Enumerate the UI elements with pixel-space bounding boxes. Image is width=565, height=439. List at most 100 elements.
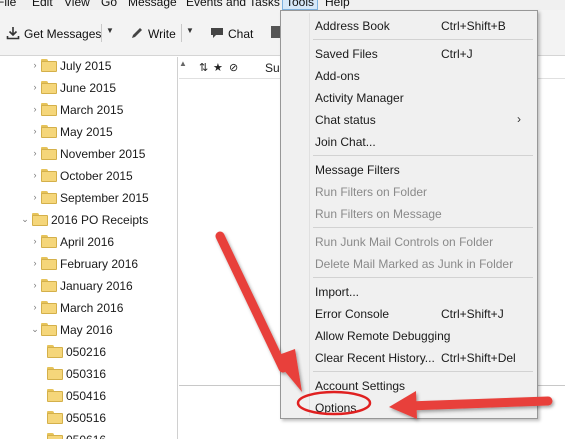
chevron-right-icon[interactable]: › xyxy=(30,126,40,136)
menu-item-run-filters-on-folder[interactable]: Run Filters on Folder xyxy=(283,181,535,203)
menu-help[interactable]: Help xyxy=(325,0,350,9)
menu-tools[interactable]: Tools xyxy=(282,0,319,10)
tools-menu: Address Book Ctrl+Shift+B Saved Files Ctrl+… xyxy=(280,10,538,419)
folder-tree-item[interactable]: › February 2016 xyxy=(0,253,177,275)
menu-item-shortcut: Ctrl+J xyxy=(441,47,473,61)
folder-tree-item[interactable]: › September 2015 xyxy=(0,187,177,209)
scroll-up-icon[interactable]: ▲ xyxy=(179,59,187,68)
folder-label: January 2016 xyxy=(60,279,133,293)
chat-bubble-icon xyxy=(210,26,224,43)
menu-item-message-filters[interactable]: Message Filters xyxy=(283,159,535,181)
menu-file[interactable]: File xyxy=(0,0,16,9)
menu-item-clear-recent-history[interactable]: Clear Recent History... Ctrl+Shift+Del xyxy=(283,347,535,369)
menu-item-delete-mail-marked-as-junk-in-folder[interactable]: Delete Mail Marked as Junk in Folder xyxy=(283,253,535,275)
star-icon[interactable]: ★ xyxy=(213,61,223,74)
folder-label: June 2015 xyxy=(60,81,117,95)
menu-item-label: Add-ons xyxy=(315,69,360,83)
folder-tree-item[interactable]: › May 2015 xyxy=(0,121,177,143)
folder-icon xyxy=(41,301,57,314)
folder-icon xyxy=(41,279,57,292)
menu-item-label: Run Junk Mail Controls on Folder xyxy=(315,235,494,249)
folder-tree-item[interactable]: › April 2016 xyxy=(0,231,177,253)
write-dropdown-icon[interactable]: ▼ xyxy=(186,26,194,35)
get-messages-dropdown-icon[interactable]: ▼ xyxy=(106,26,114,35)
menu-item-chat-status[interactable]: Chat status › xyxy=(283,109,535,131)
submenu-arrow-icon: › xyxy=(517,112,521,126)
menu-item-shortcut: Ctrl+Shift+J xyxy=(441,307,504,321)
folder-tree-item[interactable]: ⌄ 2016 PO Receipts xyxy=(0,209,177,231)
menu-item-label: Saved Files xyxy=(315,47,378,61)
folder-label: 050316 xyxy=(66,367,107,381)
folder-icon xyxy=(41,169,57,182)
chevron-right-icon[interactable]: › xyxy=(30,170,40,180)
menu-item-error-console[interactable]: Error Console Ctrl+Shift+J xyxy=(283,303,535,325)
menu-separator xyxy=(313,371,533,372)
menu-item-shortcut: Ctrl+Shift+Del xyxy=(441,351,516,365)
folder-tree-item[interactable]: › June 2015 xyxy=(0,77,177,99)
folder-tree-item[interactable]: › October 2015 xyxy=(0,165,177,187)
folder-tree-item[interactable]: 050316 xyxy=(0,363,177,385)
write-button[interactable]: Write xyxy=(130,24,176,44)
menu-item-join-chat[interactable]: Join Chat... xyxy=(283,131,535,153)
chevron-right-icon[interactable]: › xyxy=(30,104,40,114)
menu-item-label: Allow Remote Debugging xyxy=(315,329,451,343)
menu-item-options[interactable]: Options xyxy=(283,397,535,419)
get-messages-button[interactable]: Get Messages xyxy=(6,24,101,44)
menu-go[interactable]: Go xyxy=(101,0,117,9)
folder-label: 050216 xyxy=(66,345,107,359)
chevron-right-icon[interactable]: › xyxy=(30,148,40,158)
chevron-right-icon[interactable]: › xyxy=(30,302,40,312)
menu-events-and-tasks[interactable]: Events and Tasks xyxy=(186,0,280,9)
folder-tree-item[interactable]: › November 2015 xyxy=(0,143,177,165)
thread-column-icon[interactable]: ⇅ xyxy=(199,61,208,74)
chevron-right-icon[interactable]: › xyxy=(30,236,40,246)
folder-tree-item[interactable]: 050616 xyxy=(0,429,177,439)
folder-icon xyxy=(41,103,57,116)
attachment-icon[interactable]: ⊘ xyxy=(229,61,238,74)
download-icon xyxy=(6,26,20,43)
folder-tree-item[interactable]: ⌄ May 2016 xyxy=(0,319,177,341)
menu-message[interactable]: Message xyxy=(128,0,177,9)
chevron-down-icon[interactable]: ⌄ xyxy=(20,214,30,225)
folder-tree-item[interactable]: › July 2015 xyxy=(0,57,177,77)
folder-icon xyxy=(41,257,57,270)
menu-item-address-book[interactable]: Address Book Ctrl+Shift+B xyxy=(283,15,535,37)
chevron-down-icon[interactable]: ⌄ xyxy=(30,324,40,335)
chevron-right-icon[interactable]: › xyxy=(30,82,40,92)
folder-tree-item[interactable]: 050516 xyxy=(0,407,177,429)
folder-label: September 2015 xyxy=(60,191,149,205)
menu-item-run-junk-mail-controls-on-folder[interactable]: Run Junk Mail Controls on Folder xyxy=(283,231,535,253)
chat-label: Chat xyxy=(228,27,254,41)
folder-tree-item[interactable]: › March 2015 xyxy=(0,99,177,121)
chevron-right-icon[interactable]: › xyxy=(30,192,40,202)
folder-tree-item[interactable]: › January 2016 xyxy=(0,275,177,297)
chevron-right-icon[interactable]: › xyxy=(30,280,40,290)
folder-label: March 2015 xyxy=(60,103,124,117)
folder-label: May 2015 xyxy=(60,125,113,139)
menu-item-account-settings[interactable]: Account Settings xyxy=(283,375,535,397)
menu-item-saved-files[interactable]: Saved Files Ctrl+J xyxy=(283,43,535,65)
chevron-right-icon[interactable]: › xyxy=(30,258,40,268)
folder-label: 2016 PO Receipts xyxy=(51,213,149,227)
folder-label: April 2016 xyxy=(60,235,115,249)
folder-icon xyxy=(41,235,57,248)
menu-view[interactable]: View xyxy=(64,0,90,9)
menu-item-allow-remote-debugging[interactable]: Allow Remote Debugging xyxy=(283,325,535,347)
menu-item-label: Delete Mail Marked as Junk in Folder xyxy=(315,257,514,271)
menu-separator xyxy=(313,39,533,40)
menu-item-import[interactable]: Import... xyxy=(283,281,535,303)
chevron-right-icon[interactable]: › xyxy=(30,60,40,70)
chat-button[interactable]: Chat xyxy=(210,24,253,44)
folder-tree-item[interactable]: 050416 xyxy=(0,385,177,407)
menu-item-run-filters-on-message[interactable]: Run Filters on Message xyxy=(283,203,535,225)
menu-item-shortcut: Ctrl+Shift+B xyxy=(441,19,506,33)
menu-item-activity-manager[interactable]: Activity Manager xyxy=(283,87,535,109)
menu-edit[interactable]: Edit xyxy=(32,0,53,9)
folder-tree-item[interactable]: › March 2016 xyxy=(0,297,177,319)
folder-icon xyxy=(41,81,57,94)
folder-icon xyxy=(47,411,63,424)
folder-tree-item[interactable]: 050216 xyxy=(0,341,177,363)
folder-label: October 2015 xyxy=(60,169,133,183)
menu-item-add-ons[interactable]: Add-ons xyxy=(283,65,535,87)
pencil-icon xyxy=(130,26,144,43)
